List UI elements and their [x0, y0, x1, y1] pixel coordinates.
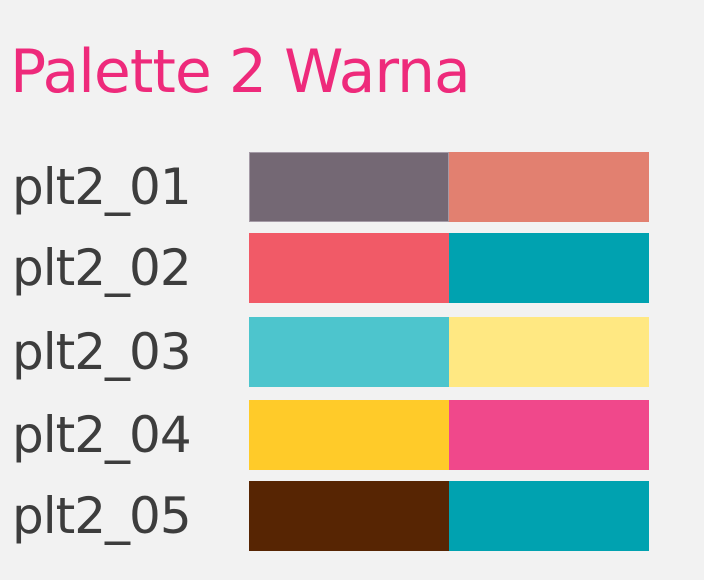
color-swatch [449, 152, 649, 222]
palette-label: plt2_04 [12, 406, 192, 464]
palette-row: plt2_03 [0, 317, 704, 387]
color-swatch [249, 317, 449, 387]
palette-row: plt2_04 [0, 400, 704, 470]
palette-label: plt2_02 [12, 239, 192, 297]
color-swatch [449, 233, 649, 303]
palette-label: plt2_03 [12, 323, 192, 381]
color-swatch [249, 233, 449, 303]
color-swatch [249, 481, 449, 551]
color-swatch [249, 400, 449, 470]
palette-row: plt2_02 [0, 233, 704, 303]
color-swatch [449, 317, 649, 387]
color-swatch [449, 481, 649, 551]
page-title: Palette 2 Warna [10, 37, 471, 107]
palette-row: plt2_01 [0, 152, 704, 222]
color-swatch [449, 400, 649, 470]
palette-label: plt2_01 [12, 158, 192, 216]
color-swatch [249, 152, 449, 222]
palette-label: plt2_05 [12, 487, 192, 545]
palette-row: plt2_05 [0, 481, 704, 551]
